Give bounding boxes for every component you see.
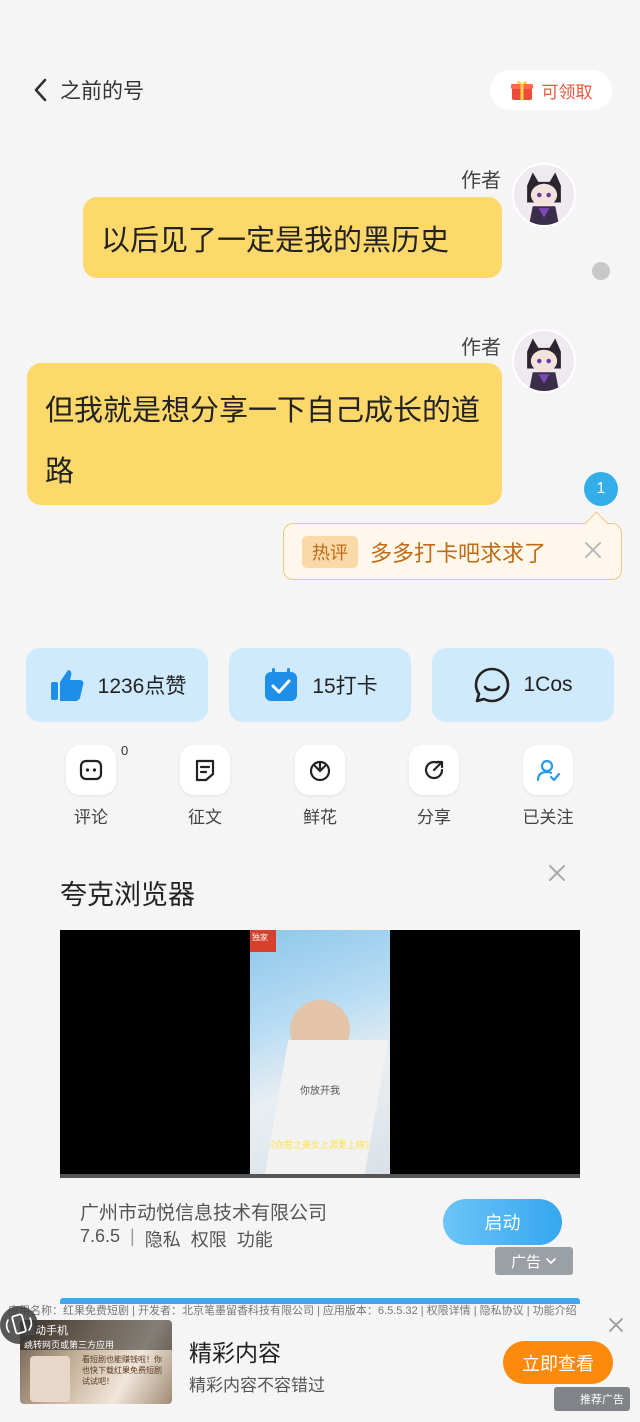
essay-icon	[195, 759, 215, 782]
like-count: 1236点赞	[97, 675, 187, 698]
feature-link[interactable]: 功能	[237, 1226, 273, 1252]
hot-comment-banner[interactable]: 热评 多多打卡吧求求了	[283, 523, 622, 580]
avatar[interactable]	[512, 163, 576, 227]
hot-comment-text: 多多打卡吧求求了	[370, 540, 547, 566]
avatar[interactable]	[512, 329, 576, 393]
view-now-button[interactable]: 立即查看	[503, 1341, 613, 1384]
flower-icon	[309, 760, 331, 782]
bottom-ad-title: 精彩内容	[189, 1340, 281, 1366]
follow-action[interactable]: 已关注	[512, 745, 584, 828]
video-subtitle: 《你惹之美女上源更上映》	[265, 1140, 374, 1150]
claim-label: 可领取	[541, 82, 593, 102]
chevron-left-icon	[34, 78, 47, 102]
cos-count: 1Cos	[523, 673, 573, 696]
author-label: 作者	[461, 337, 501, 359]
thumbs-up-icon	[50, 670, 84, 701]
chat-bubble-icon	[475, 667, 510, 703]
close-icon[interactable]	[581, 538, 605, 562]
cos-button[interactable]: 1Cos	[432, 648, 614, 722]
comment-label: 评论	[74, 808, 108, 827]
ad-tag: 广告	[510, 1253, 541, 1271]
thumb-subtitle: 跳转网页或第三方应用	[24, 1340, 115, 1350]
privacy-link[interactable]: 隐私	[145, 1226, 181, 1252]
like-button[interactable]: 1236点赞	[26, 648, 208, 722]
author-label: 作者	[461, 170, 501, 192]
thumb-title: 摇动手机	[24, 1325, 68, 1337]
share-label: 分享	[417, 808, 451, 827]
ad-meta: 7.6.5 | 隐私 权限 功能	[80, 1226, 273, 1252]
thumb-text: 看短剧也能赚钱啦！你也快下载红果免费短剧试试吧！	[82, 1355, 162, 1386]
status-dot	[592, 262, 610, 280]
essay-label: 征文	[188, 808, 222, 827]
ad-thumbnail[interactable]: 摇动手机 跳转网页或第三方应用 看短剧也能赚钱啦！你也快下载红果免费短剧试试吧！	[20, 1320, 172, 1404]
close-icon[interactable]	[546, 862, 568, 884]
calendar-check-icon	[265, 668, 298, 701]
message-bubble[interactable]: 以后见了一定是我的黑历史	[83, 197, 502, 278]
comment-count: 0	[121, 743, 129, 758]
recommended-ad-label: 推荐广告	[554, 1387, 630, 1411]
permission-link[interactable]: 权限	[191, 1226, 227, 1252]
comment-action[interactable]: 评论	[55, 745, 127, 828]
flower-label: 鲜花	[303, 808, 337, 827]
reply-count-badge[interactable]: 1	[584, 472, 618, 506]
video-progress-bar[interactable]	[60, 1174, 580, 1178]
share-icon	[424, 760, 444, 780]
back-label: 之前的号	[60, 80, 144, 103]
chevron-down-icon	[546, 1258, 556, 1265]
gift-icon	[510, 78, 534, 102]
checkin-button[interactable]: 15打卡	[229, 648, 411, 722]
launch-button[interactable]: 启动	[443, 1199, 562, 1245]
comment-icon	[79, 759, 103, 781]
message-bubble[interactable]: 但我就是想分享一下自己成长的道路	[27, 363, 502, 505]
ad-video[interactable]: 独家 你放开我 《你惹之美女上源更上映》	[60, 930, 580, 1178]
claim-reward-button[interactable]: 可领取	[490, 70, 612, 110]
bottom-ad-subtitle: 精彩内容不容错过	[189, 1376, 325, 1395]
hot-comment-tag: 热评	[302, 535, 358, 568]
follow-label: 已关注	[522, 808, 574, 827]
checkin-count: 15打卡	[312, 675, 378, 698]
back-button[interactable]: 之前的号	[30, 72, 144, 108]
video-caption: 你放开我	[300, 1086, 340, 1097]
ad-title: 夸克浏览器	[60, 880, 195, 910]
share-action[interactable]: 分享	[398, 745, 470, 828]
followed-user-icon	[536, 759, 561, 782]
essay-action[interactable]: 征文	[169, 745, 241, 828]
ad-label[interactable]: 广告	[495, 1247, 573, 1275]
ad-company: 广州市动悦信息技术有限公司	[80, 1203, 328, 1224]
flower-action[interactable]: 鲜花	[284, 745, 356, 828]
shake-phone-icon[interactable]	[0, 1306, 38, 1344]
close-icon[interactable]	[606, 1315, 626, 1335]
ad-version: 7.6.5	[80, 1226, 121, 1246]
